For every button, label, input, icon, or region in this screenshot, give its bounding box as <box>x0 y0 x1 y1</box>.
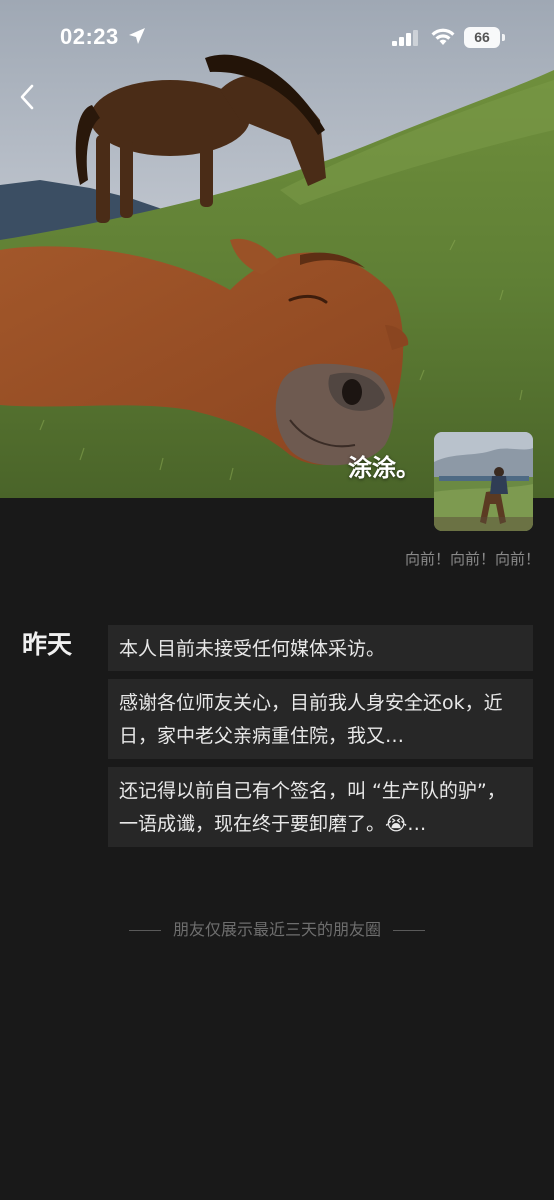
post-text: 还记得以前自己有个签名，叫 “生产队的驴”，一语成谶，现在终于要卸磨了。😭… <box>119 780 506 835</box>
status-bar: 02:23 66 <box>0 0 554 74</box>
back-button[interactable] <box>14 82 42 112</box>
chevron-left-icon <box>20 84 34 110</box>
cover-photo[interactable] <box>0 0 554 498</box>
footer-note: 朋友仅展示最近三天的朋友圈 <box>0 916 554 940</box>
post-text: 感谢各位师友关心，目前我人身安全还ok，近日，家中老父亲病重住院，我又… <box>119 692 503 747</box>
post-text: 本人目前未接受任何媒体采访。 <box>119 638 386 660</box>
profile-name: 涂涂。 <box>348 454 420 482</box>
battery-tip <box>502 34 505 41</box>
footer-note-text: 朋友仅展示最近三天的朋友圈 <box>172 920 381 939</box>
moment-post[interactable]: 本人目前未接受任何媒体采访。 <box>108 625 533 671</box>
divider-line <box>393 930 425 931</box>
wifi-icon <box>431 28 455 50</box>
signal-icon <box>392 30 420 50</box>
avatar[interactable] <box>434 432 533 531</box>
moment-post[interactable]: 感谢各位师友关心，目前我人身安全还ok，近日，家中老父亲病重住院，我又… <box>108 679 533 759</box>
moment-post[interactable]: 还记得以前自己有个签名，叫 “生产队的驴”，一语成谶，现在终于要卸磨了。😭… <box>108 767 533 847</box>
location-arrow-icon <box>128 27 146 49</box>
profile-signature: 向前！向前！向前！ <box>404 550 540 568</box>
day-label: 昨天 <box>22 630 73 659</box>
status-time: 02:23 <box>60 24 119 49</box>
battery-indicator: 66 <box>464 27 500 48</box>
divider-line <box>128 930 161 931</box>
